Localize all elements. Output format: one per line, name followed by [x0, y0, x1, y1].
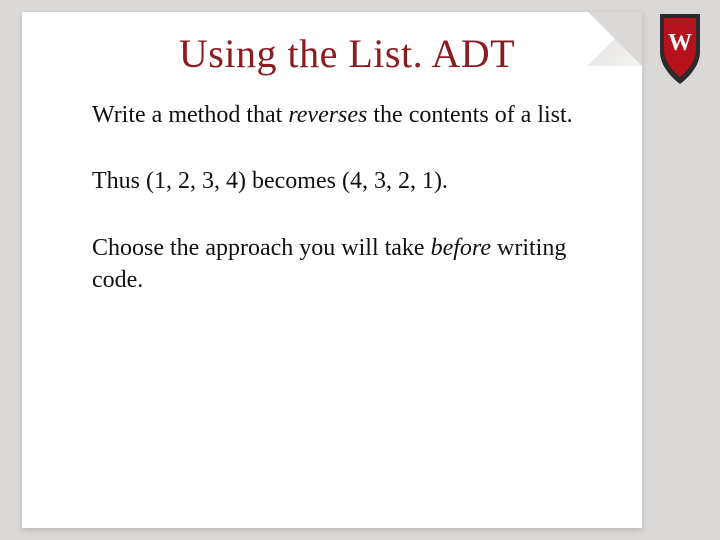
p3-pre: Choose the approach you will take: [92, 235, 431, 261]
slide-title: Using the List. ADT: [92, 26, 602, 77]
content-card: Using the List. ADT Write a method that …: [22, 12, 642, 528]
crest-letter: W: [668, 30, 692, 56]
p1-pre: Write a method that: [92, 102, 288, 128]
slide-body: Write a method that reverses the content…: [92, 99, 602, 297]
p3-em: before: [431, 235, 491, 261]
paragraph-1: Write a method that reverses the content…: [92, 99, 602, 131]
paragraph-3: Choose the approach you will take before…: [92, 232, 602, 297]
p1-em: reverses: [288, 102, 367, 128]
p1-post: the contents of a list.: [367, 102, 572, 128]
slide: Using the List. ADT Write a method that …: [0, 0, 720, 540]
paragraph-2: Thus (1, 2, 3, 4) becomes (4, 3, 2, 1).: [92, 165, 602, 197]
uw-crest-icon: W: [656, 12, 704, 86]
